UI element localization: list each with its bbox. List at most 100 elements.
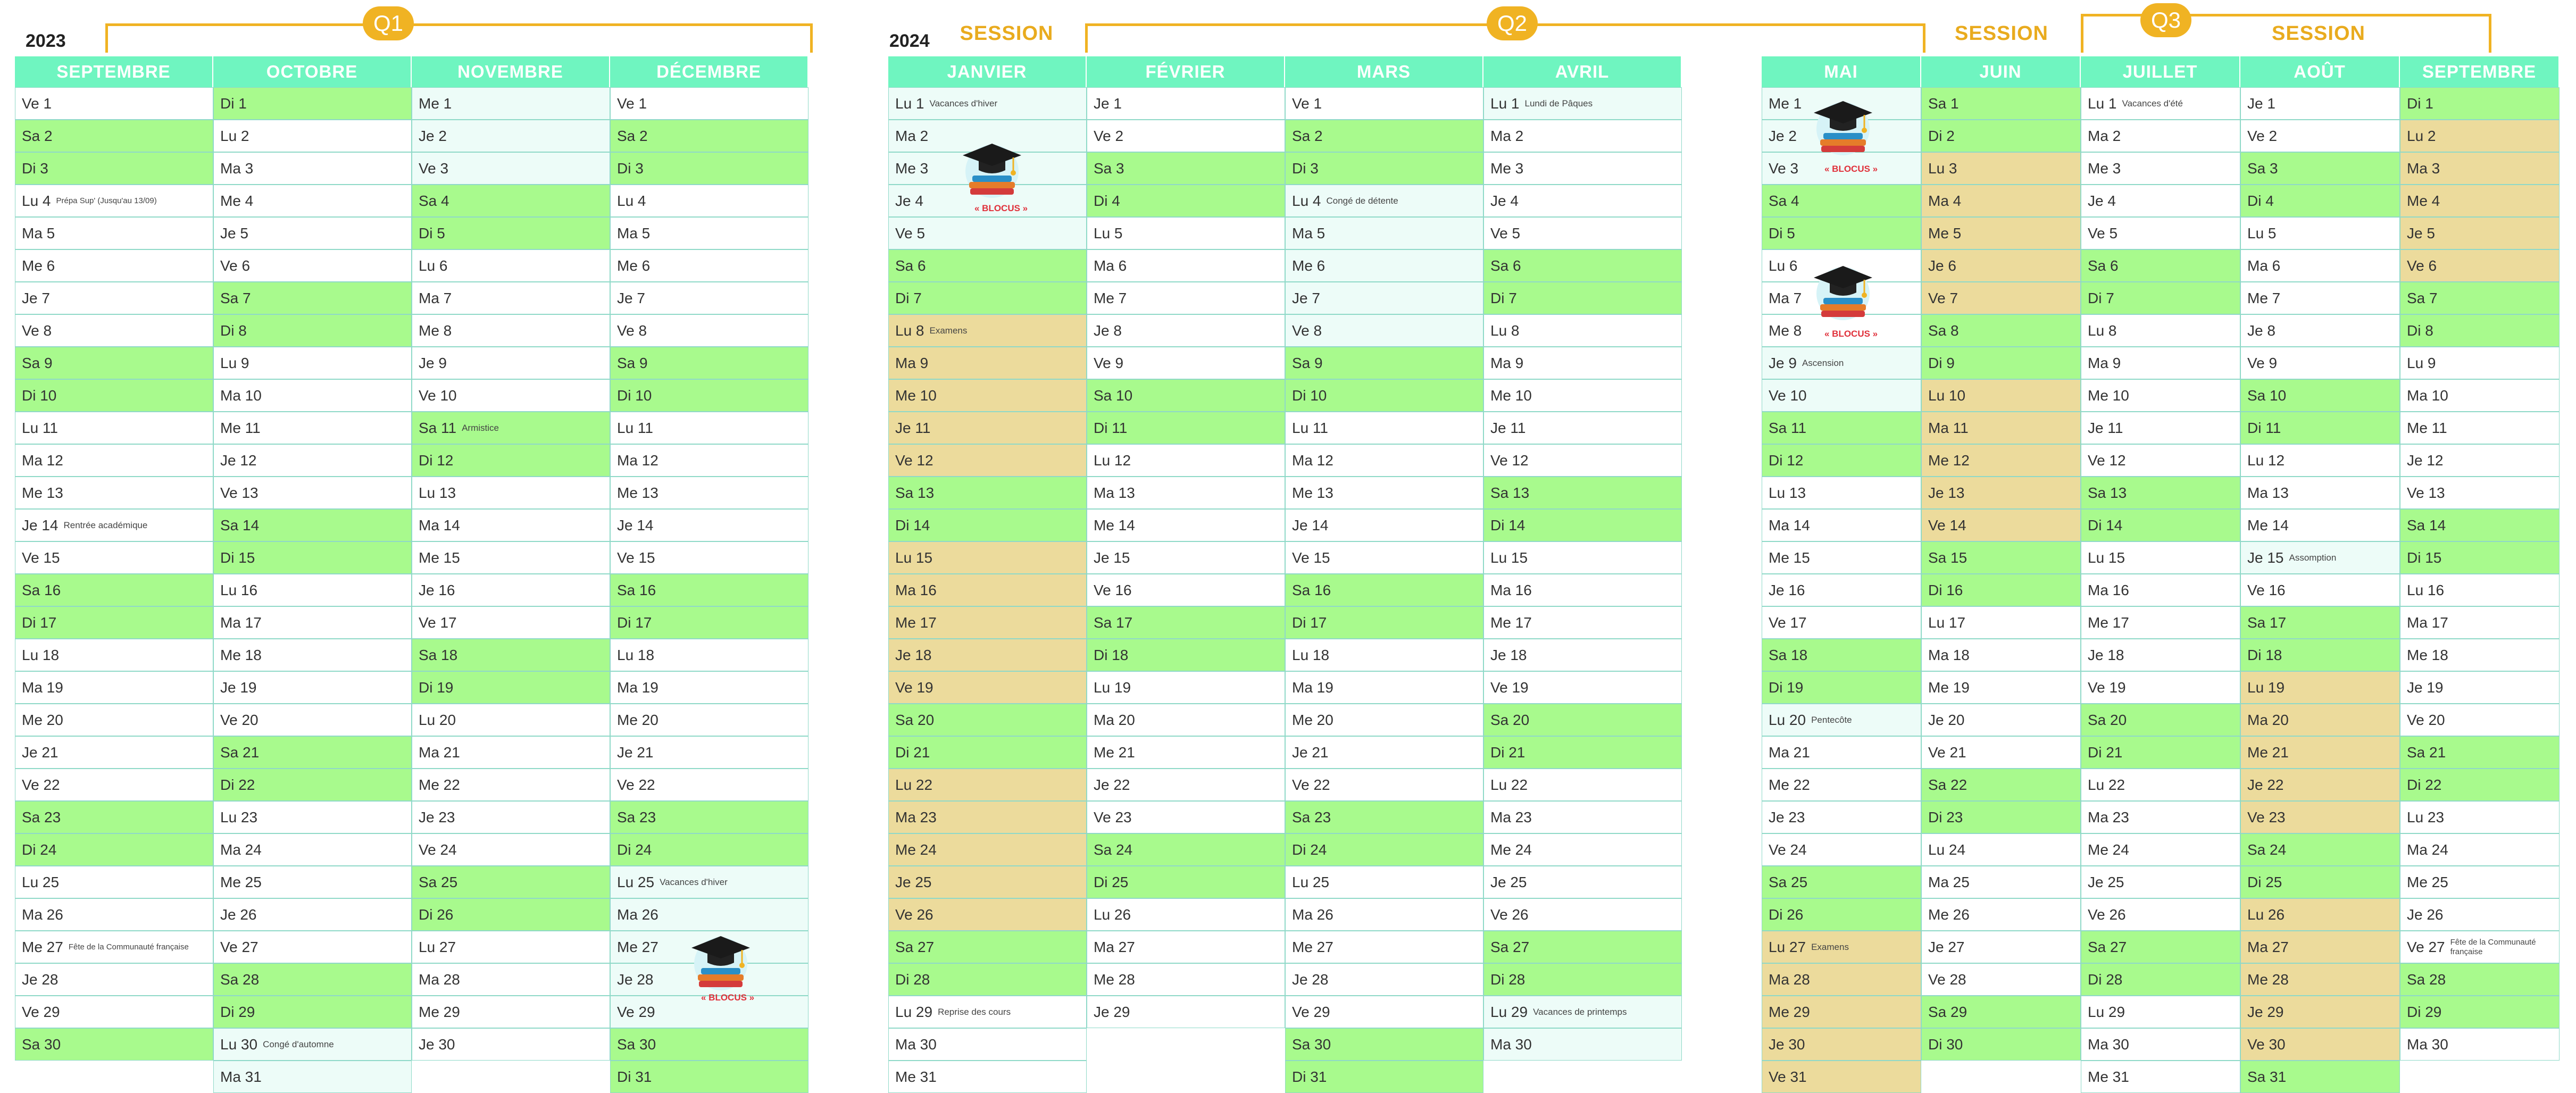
- day-label: Lu 23: [220, 808, 258, 825]
- day-cell: Me 29: [1762, 996, 1921, 1028]
- day-label: Di 21: [1490, 744, 1525, 761]
- day-cell: Sa 28: [213, 963, 412, 996]
- day-label: Me 12: [1928, 452, 1970, 469]
- day-label: Ve 3: [1769, 160, 1799, 177]
- day-cell: Di 28: [1483, 963, 1682, 996]
- day-label: Di 19: [419, 679, 454, 696]
- day-label: Di 25: [1094, 873, 1129, 890]
- day-label: Di 15: [2407, 549, 2442, 566]
- day-note: Vacances d'été: [2122, 98, 2183, 109]
- day-label: Di 7: [2088, 289, 2114, 306]
- day-label: Sa 16: [22, 581, 61, 598]
- day-note: Pentecôte: [1811, 714, 1852, 725]
- day-label: Ve 24: [1769, 841, 1807, 858]
- day-cell: Di 2: [1921, 120, 2081, 152]
- day-label: Me 11: [2407, 419, 2447, 436]
- day-cell: Ma 14: [412, 509, 610, 541]
- day-note: Congé de détente: [1326, 195, 1398, 206]
- day-cell: Ma 17: [213, 606, 412, 639]
- day-label: Me 6: [1292, 257, 1325, 274]
- day-cell: Di 8: [2400, 314, 2560, 347]
- day-cell: Di 10: [610, 379, 808, 412]
- day-label: Di 15: [220, 549, 255, 566]
- day-cell: Ma 5: [15, 217, 213, 249]
- day-note: Vacances de printemps: [1533, 1006, 1627, 1017]
- day-cell: Je 2: [412, 120, 610, 152]
- day-cell: Je 23: [1762, 801, 1921, 833]
- day-label: Ve 5: [895, 224, 926, 241]
- day-label: Ma 24: [220, 841, 262, 858]
- day-cell: Sa 24: [1087, 833, 1285, 866]
- day-label: Je 15: [2247, 549, 2284, 566]
- day-cell: Me 17: [1483, 606, 1682, 639]
- day-cell: Ve 12: [2081, 444, 2240, 477]
- day-label: Ve 22: [22, 776, 60, 793]
- day-cell: Sa 16: [15, 574, 213, 606]
- day-label: Me 15: [1769, 549, 1810, 566]
- day-label: Ma 25: [1928, 873, 1970, 890]
- day-label: Di 18: [2247, 646, 2282, 663]
- day-cell: Ve 23: [1087, 801, 1285, 833]
- day-label: Di 24: [1292, 841, 1327, 858]
- day-label: Sa 6: [895, 257, 926, 274]
- day-cell: Ve 24: [412, 833, 610, 866]
- day-cell: Ma 16: [2081, 574, 2240, 606]
- day-label: Je 13: [1928, 484, 1965, 501]
- day-cell: Je 1: [1087, 87, 1285, 120]
- day-cell: Je 27: [1921, 931, 2081, 963]
- day-cell: Sa 31: [2240, 1061, 2400, 1093]
- day-note: Examens: [929, 325, 968, 336]
- day-label: Ma 23: [1490, 808, 1532, 825]
- day-cell: Ma 11: [1921, 412, 2081, 444]
- day-cell: Lu 8: [1483, 314, 1682, 347]
- day-label: Ma 30: [895, 1036, 937, 1053]
- day-label: Je 22: [2247, 776, 2284, 793]
- day-label: Me 7: [1094, 289, 1127, 306]
- month-header: AVRIL: [1483, 56, 1682, 87]
- day-cell: Me 21: [1087, 736, 1285, 769]
- day-label: Ma 10: [220, 387, 262, 404]
- day-label: Ve 5: [2088, 224, 2118, 241]
- day-label: Me 21: [1094, 744, 1135, 761]
- day-cell: Lu 29: [2081, 996, 2240, 1028]
- day-label: Je 23: [1769, 808, 1805, 825]
- graduation-cap-icon: [1808, 255, 1878, 335]
- day-cell: Me 5: [1921, 217, 2081, 249]
- day-label: Lu 13: [419, 484, 456, 501]
- day-label: Di 26: [1769, 906, 1804, 923]
- day-cell: Di 15: [213, 541, 412, 574]
- day-cell: Sa 18: [1762, 639, 1921, 671]
- day-cell: Je 11: [888, 412, 1087, 444]
- day-label: Sa 10: [1094, 387, 1133, 404]
- day-cell: Di 7: [2081, 282, 2240, 314]
- day-cell: Lu 22: [888, 769, 1087, 801]
- day-label: Ma 2: [2088, 127, 2121, 144]
- day-cell: Je 7: [1285, 282, 1483, 314]
- day-label: Me 18: [220, 646, 262, 663]
- day-label: Lu 4: [1292, 192, 1321, 209]
- day-cell: Lu 27 Examens: [1762, 931, 1921, 963]
- day-cell: Me 6: [610, 249, 808, 282]
- day-label: Ve 28: [1928, 971, 1966, 988]
- day-label: Sa 21: [220, 744, 260, 761]
- day-label: Ve 29: [1292, 1003, 1330, 1020]
- session-label-august: SESSION: [2272, 22, 2365, 45]
- day-cell: Me 24: [1483, 833, 1682, 866]
- day-cell: Di 8: [213, 314, 412, 347]
- day-label: Ma 10: [2407, 387, 2448, 404]
- day-cell: Ma 25: [1921, 866, 2081, 898]
- day-label: Me 3: [2088, 160, 2121, 177]
- day-label: Je 8: [2247, 322, 2275, 339]
- day-cell: Ve 31: [1762, 1061, 1921, 1093]
- day-label: Ve 19: [2088, 679, 2126, 696]
- day-cell: Ma 19: [1285, 671, 1483, 704]
- day-label: Lu 9: [2407, 354, 2436, 371]
- day-cell: Di 24: [610, 833, 808, 866]
- day-label: Je 12: [2407, 452, 2444, 469]
- day-cell: Sa 6: [888, 249, 1087, 282]
- day-cell: Lu 13: [412, 477, 610, 509]
- day-label: Ve 23: [1094, 808, 1132, 825]
- day-cell: Lu 15: [1483, 541, 1682, 574]
- day-cell: Ma 4: [1921, 185, 2081, 217]
- day-label: Lu 15: [2088, 549, 2125, 566]
